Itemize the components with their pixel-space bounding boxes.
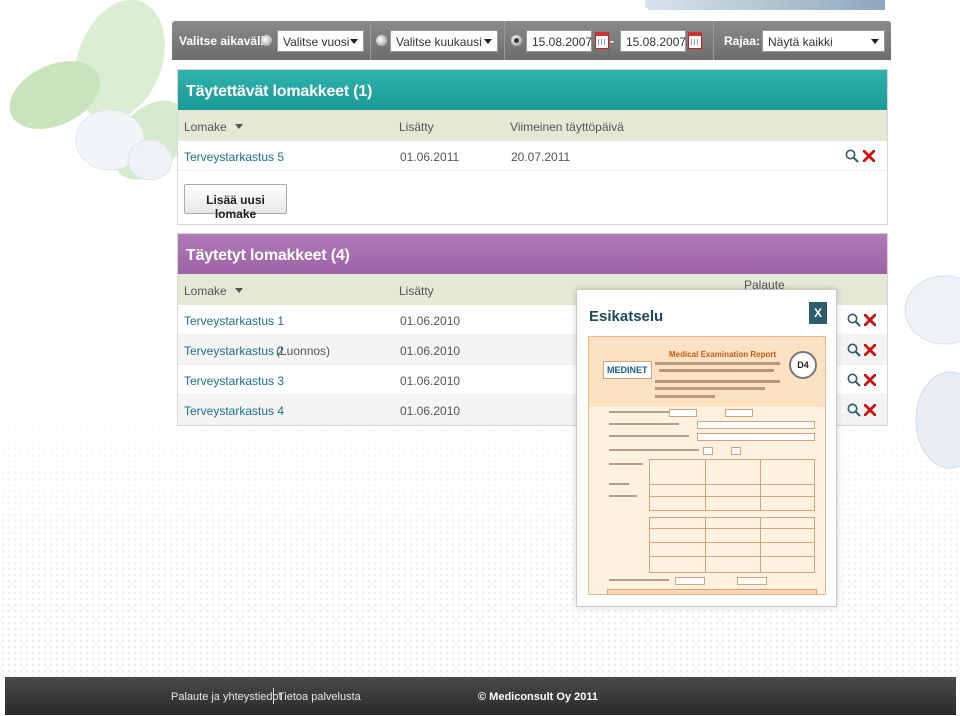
document-text-line <box>609 449 699 451</box>
month-select[interactable]: Valitse kuukausi <box>390 30 498 52</box>
preview-title: Esikatselu <box>589 308 664 325</box>
month-radio[interactable] <box>376 35 387 46</box>
last-date: 20.07.2011 <box>511 150 571 164</box>
table-header: Lomake Lisätty Viimeinen täyttöpäivä <box>178 110 887 141</box>
added-date: 01.06.2010 <box>400 374 461 388</box>
sort-down-icon <box>234 288 243 293</box>
date-filter-bar: Valitse aikaväli: Valitse vuosi Valitse … <box>172 21 891 60</box>
document-field <box>697 421 815 429</box>
document-field <box>731 447 741 455</box>
pill-decoration-right <box>904 275 960 469</box>
chevron-down-icon <box>484 39 492 44</box>
added-date: 01.06.2010 <box>400 404 461 418</box>
document-text-line <box>609 579 669 581</box>
chevron-down-icon <box>350 39 358 44</box>
forms-to-fill-panel: Täytettävät lomakkeet (1) Lomake Lisätty… <box>177 69 888 225</box>
document-text-line <box>655 387 765 390</box>
delete-icon[interactable] <box>863 150 875 162</box>
document-logo: MEDINET <box>603 361 652 379</box>
document-field <box>725 409 753 417</box>
year-select[interactable]: Valitse vuosi <box>277 30 364 52</box>
calendar-icon[interactable] <box>688 32 702 49</box>
search-icon[interactable] <box>847 343 861 357</box>
close-button[interactable]: X <box>809 302 827 324</box>
form-link[interactable]: Terveystarkastus 4 <box>184 404 284 418</box>
delete-icon[interactable] <box>864 314 876 326</box>
document-text-line <box>609 423 679 425</box>
document-field <box>669 409 697 417</box>
document-thumbnail[interactable]: MEDINET Medical Examination Report D4 <box>588 336 826 595</box>
date-dash: - <box>610 34 614 48</box>
copyright: © Mediconsult Oy 2011 <box>478 691 598 703</box>
footer: Palaute ja yhteystiedot Tietoa palvelust… <box>5 677 956 715</box>
added-date: 01.06.2011 <box>400 150 460 164</box>
header-image-strip <box>645 0 885 10</box>
column-form-label: Lomake <box>184 120 227 134</box>
document-grid <box>649 459 815 511</box>
form-link[interactable]: Terveystarkastus 3 <box>184 374 284 388</box>
table-row: Terveystarkastus 5 01.06.2011 20.07.2011 <box>178 141 887 171</box>
filled-forms-title: Täytetyt lomakkeet (4) <box>178 234 887 274</box>
chevron-down-icon <box>871 39 879 44</box>
document-text-line <box>659 369 774 372</box>
calendar-icon[interactable] <box>595 32 609 49</box>
document-text-line <box>655 395 715 398</box>
leaf-pill-decoration <box>9 0 178 181</box>
date-from-input[interactable]: 15.08.2007 <box>526 30 592 52</box>
form-link[interactable]: Terveystarkastus 2 <box>184 344 284 358</box>
search-icon[interactable] <box>845 149 859 163</box>
delete-icon[interactable] <box>864 374 876 386</box>
feedback-contact-link[interactable]: Palaute ja yhteystiedot <box>171 691 282 703</box>
document-field <box>703 447 713 455</box>
divider <box>370 21 371 60</box>
delete-icon[interactable] <box>864 404 876 416</box>
document-grid <box>649 517 815 573</box>
form-link[interactable]: Terveystarkastus 5 <box>184 150 284 164</box>
added-date: 01.06.2010 <box>400 314 461 328</box>
document-title: Medical Examination Report <box>669 350 777 359</box>
column-form-header[interactable]: Lomake <box>184 120 243 134</box>
year-select-value: Valitse vuosi <box>283 35 350 49</box>
search-icon[interactable] <box>847 313 861 327</box>
search-icon[interactable] <box>847 403 861 417</box>
column-added-header: Lisätty <box>399 284 434 298</box>
column-added-header: Lisätty <box>399 120 434 134</box>
about-service-link[interactable]: Tietoa palvelusta <box>278 691 361 703</box>
document-badge: D4 <box>789 351 817 379</box>
month-select-value: Valitse kuukausi <box>396 35 482 49</box>
range-label: Valitse aikaväli: <box>179 34 268 48</box>
limit-label: Rajaa: <box>724 34 761 48</box>
document-field <box>737 577 767 585</box>
draft-note: (Luonnos) <box>276 344 331 358</box>
column-last-date-header: Viimeinen täyttöpäivä <box>510 120 624 134</box>
divider <box>504 21 505 60</box>
add-new-form-button[interactable]: Lisää uusi lomake <box>184 184 287 221</box>
document-text-line <box>655 380 780 383</box>
footer-divider <box>273 688 274 704</box>
column-form-label: Lomake <box>184 284 227 298</box>
document-text-line <box>609 495 637 497</box>
divider <box>713 21 714 60</box>
document-field <box>697 433 815 441</box>
limit-select-value: Näytä kaikki <box>768 35 833 49</box>
limit-select[interactable]: Näytä kaikki <box>762 30 885 52</box>
document-text-line <box>609 483 629 485</box>
date-to-input[interactable]: 15.08.2007 <box>620 30 686 52</box>
document-text-line <box>609 463 643 465</box>
document-section-bar <box>607 589 817 594</box>
document-text-line <box>609 435 689 437</box>
delete-icon[interactable] <box>864 344 876 356</box>
forms-to-fill-title: Täytettävät lomakkeet (1) <box>178 70 887 110</box>
document-field <box>675 577 705 585</box>
document-text-line <box>655 362 780 365</box>
year-radio[interactable] <box>261 35 272 46</box>
document-text-line <box>609 411 669 413</box>
sort-down-icon <box>234 124 243 129</box>
added-date: 01.06.2010 <box>400 344 461 358</box>
form-link[interactable]: Terveystarkastus 1 <box>184 314 284 328</box>
column-form-header[interactable]: Lomake <box>184 284 243 298</box>
search-icon[interactable] <box>847 373 861 387</box>
preview-popup: Esikatselu X MEDINET Medical Examination… <box>576 289 837 607</box>
date-range-radio[interactable] <box>511 35 522 46</box>
